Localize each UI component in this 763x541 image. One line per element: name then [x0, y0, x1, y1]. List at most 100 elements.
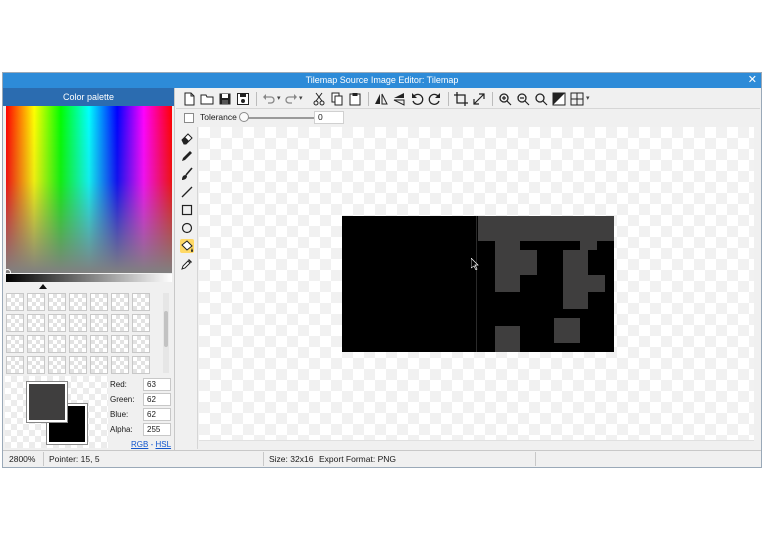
swatch[interactable]	[111, 314, 129, 332]
swatch[interactable]	[27, 335, 45, 353]
swatch[interactable]	[27, 293, 45, 311]
editor-window: Tilemap Source Image Editor: Tilemap ✕ C…	[2, 72, 762, 468]
pixel-block	[563, 250, 588, 275]
swatch[interactable]	[69, 356, 87, 374]
blue-label: Blue:	[110, 410, 129, 419]
swatch[interactable]	[6, 293, 24, 311]
swatch[interactable]	[132, 335, 150, 353]
zoom-out-icon[interactable]	[516, 92, 530, 106]
swatch[interactable]	[90, 356, 108, 374]
new-file-icon[interactable]	[182, 92, 196, 106]
swatch[interactable]	[111, 335, 129, 353]
grid-dropdown[interactable]: ▾	[586, 92, 590, 106]
eyedropper-icon[interactable]	[180, 257, 194, 271]
pixel-block	[495, 326, 520, 352]
crop-icon[interactable]	[454, 92, 468, 106]
flip-horizontal-icon[interactable]	[374, 92, 388, 106]
swatch[interactable]	[132, 293, 150, 311]
swatch[interactable]	[6, 356, 24, 374]
luminance-marker[interactable]	[39, 284, 47, 289]
image-canvas[interactable]	[199, 127, 754, 440]
swatch[interactable]	[27, 356, 45, 374]
tolerance-slider-track[interactable]	[242, 117, 314, 119]
swatch[interactable]	[69, 335, 87, 353]
swatch[interactable]	[111, 356, 129, 374]
red-field[interactable]: 63	[143, 378, 171, 391]
copy-icon[interactable]	[330, 92, 344, 106]
pixel-block	[563, 275, 605, 292]
fill-bucket-icon[interactable]	[180, 239, 194, 253]
redo-dropdown[interactable]: ▾	[299, 92, 303, 106]
paste-icon[interactable]	[348, 92, 362, 106]
transparency-icon[interactable]	[552, 92, 566, 106]
pencil-icon[interactable]	[180, 149, 194, 163]
swatch[interactable]	[69, 314, 87, 332]
title-bar: Tilemap Source Image Editor: Tilemap ✕	[3, 73, 761, 88]
ellipse-icon[interactable]	[180, 221, 194, 235]
tolerance-checkbox[interactable]	[184, 113, 194, 123]
pixel-block	[563, 292, 588, 309]
tilemap-image[interactable]	[342, 216, 614, 352]
rotate-left-icon[interactable]	[410, 92, 424, 106]
open-folder-icon[interactable]	[200, 92, 214, 106]
tolerance-value-field[interactable]: 0	[314, 111, 344, 124]
line-icon[interactable]	[180, 185, 194, 199]
tolerance-slider-thumb[interactable]	[239, 112, 249, 122]
zoom-in-icon[interactable]	[498, 92, 512, 106]
tile-seam	[476, 216, 477, 352]
swatch-grid	[6, 293, 158, 374]
color-spectrum-picker[interactable]	[4, 106, 172, 276]
swatch[interactable]	[48, 335, 66, 353]
toolbar-separator	[448, 92, 449, 106]
save-icon[interactable]	[218, 92, 232, 106]
swatch[interactable]	[48, 356, 66, 374]
swatch[interactable]	[48, 314, 66, 332]
swatch[interactable]	[27, 314, 45, 332]
red-label: Red:	[110, 380, 127, 389]
close-icon[interactable]: ✕	[748, 73, 757, 87]
flip-vertical-icon[interactable]	[392, 92, 406, 106]
zoom-fit-icon[interactable]	[534, 92, 548, 106]
luminance-slider[interactable]	[6, 274, 172, 282]
undo-dropdown[interactable]: ▾	[277, 92, 281, 106]
red-row: Red: 63	[110, 378, 174, 393]
cut-icon[interactable]	[312, 92, 326, 106]
alpha-row: Alpha: 255	[110, 423, 174, 438]
rgba-fields: Red: 63 Green: 62 Blue: 62 Alpha: 255	[110, 378, 174, 438]
swatch[interactable]	[69, 293, 87, 311]
rgb-mode-link[interactable]: RGB	[131, 440, 148, 449]
swatch-scrollbar[interactable]	[163, 293, 169, 373]
primary-color-swatch[interactable]	[26, 381, 68, 423]
swatch[interactable]	[132, 314, 150, 332]
tolerance-label: Tolerance	[200, 112, 237, 122]
brush-icon[interactable]	[180, 167, 194, 181]
tool-column	[176, 127, 198, 449]
rotate-right-icon[interactable]	[428, 92, 442, 106]
save-as-icon[interactable]	[236, 92, 250, 106]
swatch[interactable]	[90, 293, 108, 311]
hsl-mode-link[interactable]: HSL	[155, 440, 171, 449]
swatch[interactable]	[90, 314, 108, 332]
vertical-scrollbar[interactable]	[754, 127, 760, 440]
grid-icon[interactable]	[570, 92, 584, 106]
eraser-icon[interactable]	[180, 131, 194, 145]
scroll-thumb[interactable]	[164, 311, 168, 347]
swatch[interactable]	[90, 335, 108, 353]
color-mode-links: RGB - HSL	[131, 440, 171, 449]
swatch[interactable]	[6, 314, 24, 332]
swatch[interactable]	[6, 335, 24, 353]
pixel-block	[554, 318, 580, 343]
swatch[interactable]	[111, 293, 129, 311]
rectangle-icon[interactable]	[180, 203, 194, 217]
blue-field[interactable]: 62	[143, 408, 171, 421]
pixel-block	[478, 216, 614, 241]
undo-icon[interactable]	[262, 92, 276, 106]
swatch[interactable]	[132, 356, 150, 374]
alpha-field[interactable]: 255	[143, 423, 171, 436]
resize-icon[interactable]	[472, 92, 486, 106]
horizontal-scrollbar[interactable]	[199, 440, 754, 449]
status-bar: 2800% Pointer: 15, 5 Size: 32x16 Export …	[3, 450, 761, 467]
green-field[interactable]: 62	[143, 393, 171, 406]
swatch[interactable]	[48, 293, 66, 311]
redo-icon[interactable]	[284, 92, 298, 106]
